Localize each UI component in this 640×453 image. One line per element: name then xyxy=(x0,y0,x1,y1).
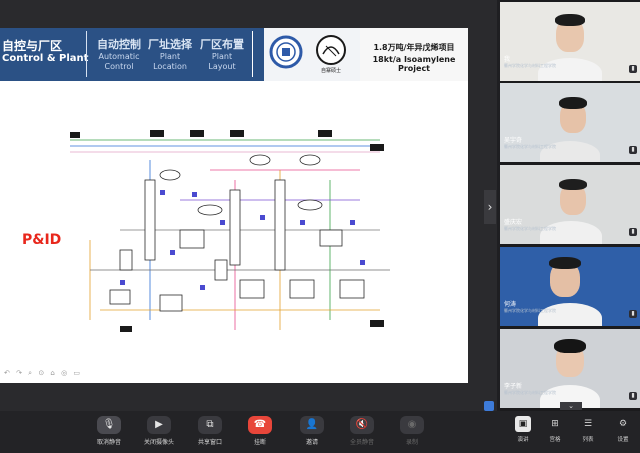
record-icon: ◉ xyxy=(400,416,424,434)
hangup-icon: ☎ xyxy=(248,416,272,434)
hangup-label: 挂断 xyxy=(253,439,266,446)
participant-hair xyxy=(555,14,585,26)
expand-panel-chevron-icon[interactable]: › xyxy=(484,190,496,224)
slide-annotation-tools[interactable]: ↶ ↷ ⌕ ⊙ ⌂ ◎ ▭ xyxy=(4,369,82,378)
banner-tab-en-2: Location xyxy=(153,62,187,71)
mute-all-icon: 🔇 xyxy=(350,416,374,434)
banner-tab-en-2: Layout xyxy=(208,62,236,71)
invite-label: 邀请 xyxy=(305,439,318,446)
shared-screen: 自控与厂区 Control & Plant 自动控制 Automatic Con… xyxy=(0,0,497,411)
participant-hair xyxy=(559,179,587,190)
scroll-down-chevron-icon[interactable]: ⌄ xyxy=(560,402,582,410)
pid-label: P&ID xyxy=(22,232,62,248)
banner-divider xyxy=(86,31,87,77)
participant-hair xyxy=(549,257,581,269)
participant-name: 何涛 xyxy=(504,301,517,308)
banner-divider xyxy=(252,31,253,77)
list-view-label: 列表 xyxy=(582,437,594,443)
participant-tile[interactable]: 李子新 衢州学院化学与材料工程学院 ▮ xyxy=(500,329,640,408)
participant-tile[interactable]: 盛庆宏 衢州学院化学与材料工程学院 ▮ xyxy=(500,165,640,244)
settings-button[interactable]: ⚙ 设置 xyxy=(610,416,636,443)
participant-org: 衢州学院化学与材料工程学院 xyxy=(504,308,556,313)
project-title: 1.8万吨/年异戊烯项目 18kt/a Isoamylene Project xyxy=(360,28,468,81)
participant-org: 衢州学院化学与材料工程学院 xyxy=(504,390,556,395)
mic-icon: ▮ xyxy=(629,228,637,236)
record-label: 录制 xyxy=(405,439,418,446)
share-window-label: 共享窗口 xyxy=(197,439,222,446)
camera-icon: ▶ xyxy=(147,416,171,434)
slide-banner: 自控与厂区 Control & Plant 自动控制 Automatic Con… xyxy=(0,28,468,81)
banner-tab-plant-layout: 厂区布置 Plant Layout xyxy=(196,36,248,72)
share-status-icon[interactable] xyxy=(484,401,494,411)
grid-view-label: 宫格 xyxy=(549,437,561,443)
gear-icon: ⚙ xyxy=(618,419,628,429)
hangup-button[interactable]: ☎ 挂断 xyxy=(240,416,280,446)
mic-icon: ▮ xyxy=(629,310,637,318)
participant-name: 盛庆宏 xyxy=(504,219,523,226)
banner-tab-en-2: Control xyxy=(104,62,134,71)
banner-tab-en-1: Plant xyxy=(211,52,233,61)
university-logos: 自寨硕士 xyxy=(264,28,360,81)
list-view-icon: ☰ xyxy=(583,419,593,429)
share-window-button[interactable]: ⧉ 共享窗口 xyxy=(190,416,230,446)
participant-org: 衢州学院化学与材料工程学院 xyxy=(504,226,556,231)
banner-tab-zh: 厂区布置 xyxy=(200,38,244,51)
share-window-icon: ⧉ xyxy=(198,416,222,434)
participant-shirt xyxy=(538,303,602,326)
banner-title-en: Control & Plant xyxy=(2,53,89,64)
speaker-view-button[interactable]: ▣ 演讲 xyxy=(510,416,536,443)
unmute-label: 取消静音 xyxy=(96,439,121,446)
mic-icon: ▮ xyxy=(629,392,637,400)
banner-tab-plant-location: 厂址选择 Plant Location xyxy=(144,36,196,72)
banner-tab-zh: 自动控制 xyxy=(97,38,141,51)
participant-org: 衢州学院化学与材料工程学院 xyxy=(504,144,556,149)
banner-tab-en-1: Automatic xyxy=(98,52,140,61)
mic-icon: ▮ xyxy=(629,65,637,73)
unmute-button[interactable]: 🎙 取消静音 xyxy=(89,416,129,446)
invite-button[interactable]: 👤 邀请 xyxy=(292,416,332,446)
participant-tile[interactable]: 吴宇奇 衢州学院化学与材料工程学院 ▮ xyxy=(500,83,640,162)
mic-icon: ▮ xyxy=(629,146,637,154)
grid-view-button[interactable]: ⊞ 宫格 xyxy=(542,416,568,443)
participant-hair xyxy=(554,339,586,353)
project-title-zh: 1.8万吨/年异戊烯项目 xyxy=(373,43,455,52)
banner-tab-en-1: Plant xyxy=(159,52,181,61)
list-view-button[interactable]: ☰ 列表 xyxy=(575,416,601,443)
participant-tile[interactable]: 何涛 衢州学院化学与材料工程学院 ▮ xyxy=(500,247,640,326)
record-button[interactable]: ◉ 录制 xyxy=(392,416,432,446)
mute-all-button[interactable]: 🔇 全员静音 xyxy=(342,416,382,446)
invite-icon: 👤 xyxy=(300,416,324,434)
participant-shirt xyxy=(538,58,602,81)
logo-caption: 自寨硕士 xyxy=(320,68,341,74)
speaker-view-label: 演讲 xyxy=(517,437,529,443)
mute-all-label: 全员静音 xyxy=(349,439,374,446)
banner-title-zh: 自控与厂区 xyxy=(2,39,63,53)
participant-shirt xyxy=(540,221,602,244)
participant-tile[interactable]: 我 衢州学院化学与材料工程学院 ▮ xyxy=(500,2,640,81)
banner-tab-automatic-control: 自动控制 Automatic Control xyxy=(92,36,146,72)
microphone-icon: 🎙 xyxy=(97,416,121,434)
camera-button[interactable]: ▶ 关闭摄像头 xyxy=(139,416,179,446)
participant-org: 衢州学院化学与材料工程学院 xyxy=(504,63,556,68)
participant-list: 我 衢州学院化学与材料工程学院 ▮ 吴宇奇 衢州学院化学与材料工程学院 ▮ 盛庆… xyxy=(500,0,640,411)
project-title-en: 18kt/a Isoamylene Project xyxy=(372,55,456,73)
participant-hair xyxy=(559,97,587,109)
pid-diagram xyxy=(70,130,390,332)
speaker-view-icon: ▣ xyxy=(515,416,531,432)
participant-name: 李子新 xyxy=(504,383,523,390)
participant-name: 吴宇奇 xyxy=(504,137,523,144)
meeting-toolbar: 🎙 取消静音 ▶ 关闭摄像头 ⧉ 共享窗口 ☎ 挂断 👤 邀请 🔇 全员静音 ◉… xyxy=(0,411,640,453)
grid-view-icon: ⊞ xyxy=(551,419,559,429)
camera-label: 关闭摄像头 xyxy=(143,439,174,446)
settings-label: 设置 xyxy=(617,437,629,443)
banner-tab-zh: 厂址选择 xyxy=(148,38,192,51)
participant-name: 我 xyxy=(504,56,511,63)
